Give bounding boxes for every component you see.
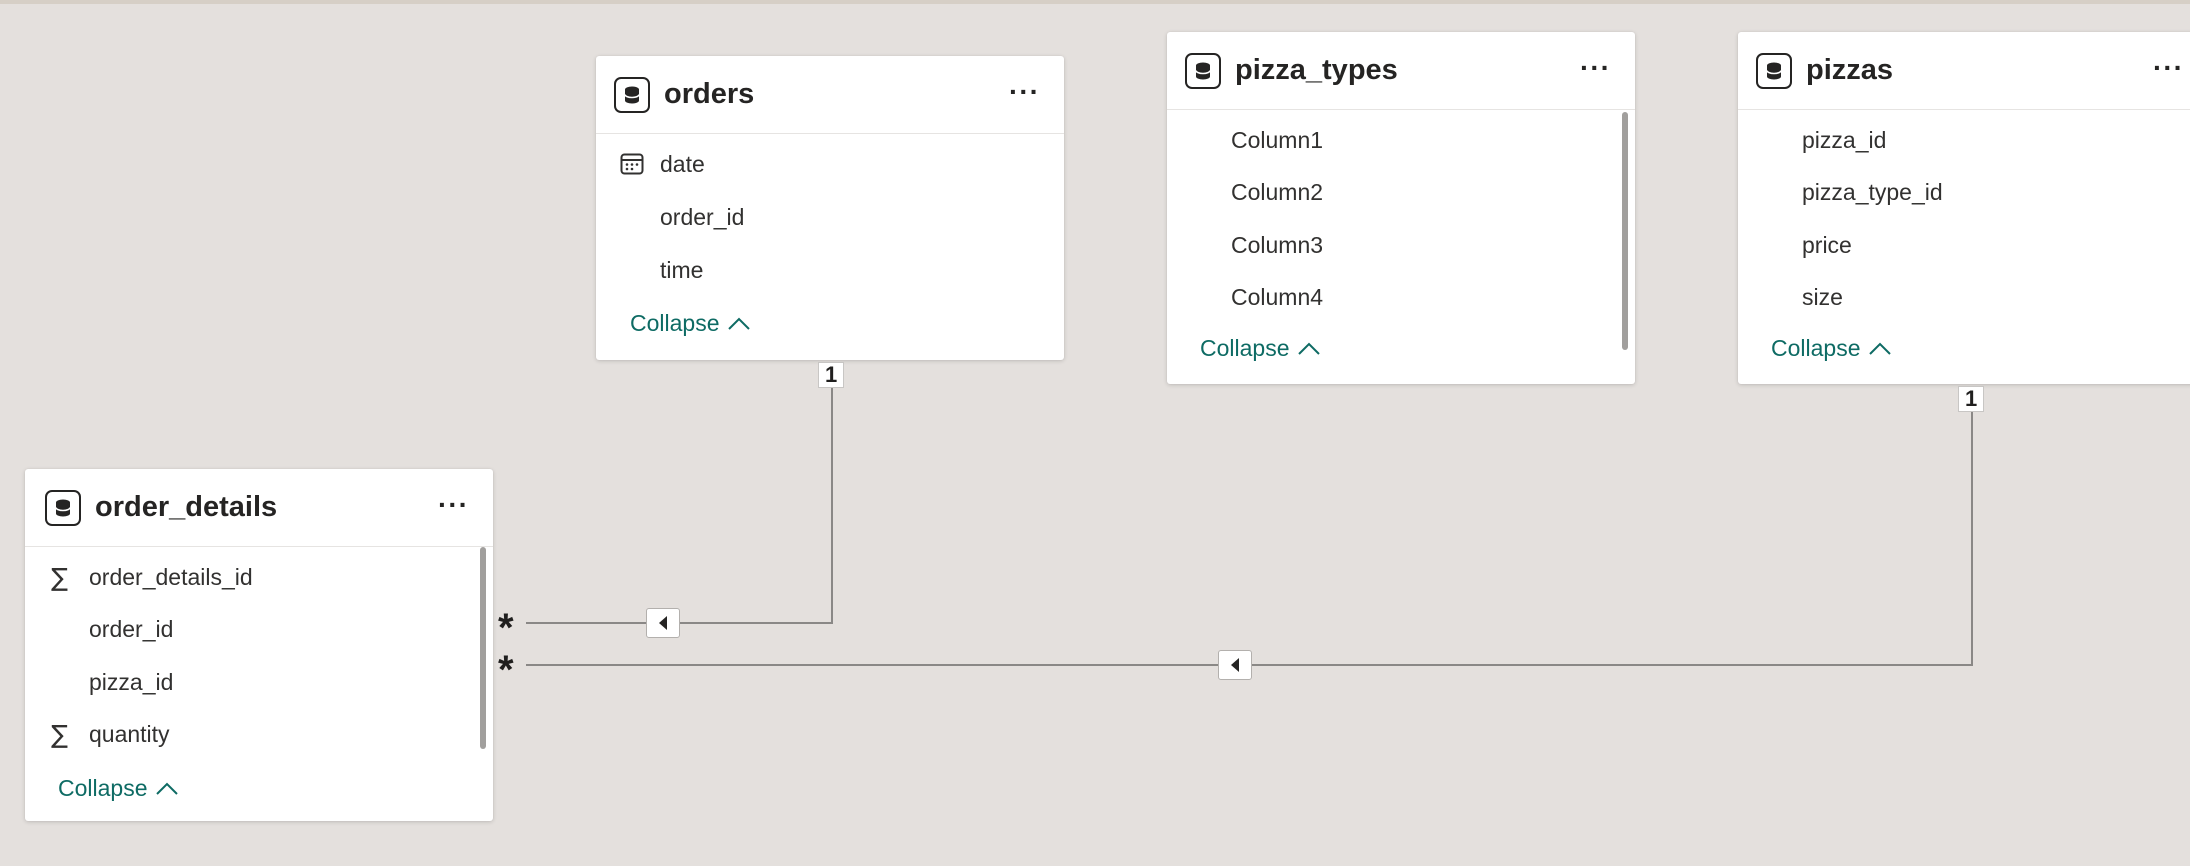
field-label: Column3 [1231, 231, 1324, 258]
chevron-up-icon [155, 782, 178, 795]
table-icon [45, 489, 81, 526]
field-quantity[interactable]: ∑ quantity [25, 710, 493, 758]
field-label: price [1802, 231, 1852, 258]
field-label: time [660, 256, 704, 283]
collapse-button[interactable]: Collapse [1200, 335, 1320, 362]
table-card-header[interactable]: pizzas ··· [1738, 32, 2190, 110]
collapse-label: Collapse [58, 775, 148, 801]
scrollbar[interactable] [480, 547, 486, 749]
field-label: size [1802, 283, 1843, 310]
table-icon [1185, 52, 1221, 89]
table-card-order-details[interactable]: order_details ··· ∑ order_details_id ord… [25, 469, 493, 821]
more-options-icon[interactable]: ··· [2153, 54, 2184, 82]
field-label: order_id [660, 203, 745, 230]
table-card-pizzas[interactable]: pizzas ··· pizza_id pizza_type_id price … [1738, 32, 2190, 384]
table-card-header[interactable]: orders ··· [596, 56, 1064, 134]
field-column2[interactable]: Column2 [1167, 168, 1635, 216]
field-label: Column1 [1231, 126, 1324, 153]
field-label: pizza_type_id [1802, 178, 1943, 205]
field-pizza-id[interactable]: pizza_id [1738, 116, 2190, 164]
cardinality-many-pizzas: * [498, 648, 514, 692]
collapse-label: Collapse [1200, 335, 1290, 361]
chevron-up-icon [1868, 342, 1891, 355]
sigma-icon: ∑ [51, 563, 68, 592]
caret-left-icon [659, 616, 667, 630]
more-options-icon[interactable]: ··· [1580, 54, 1611, 82]
field-label: pizza_id [1802, 126, 1887, 153]
field-order-details-id[interactable]: ∑ order_details_id [25, 553, 493, 601]
field-label: order_details_id [89, 563, 253, 590]
collapse-button[interactable]: Collapse [1771, 335, 1891, 362]
chevron-up-icon [1297, 342, 1320, 355]
relationship-line-pizzas-order-details [526, 396, 1973, 666]
relationship-line-orders-order-details [526, 372, 833, 624]
cardinality-one-orders: 1 [818, 362, 845, 388]
table-card-header[interactable]: pizza_types ··· [1167, 32, 1635, 110]
filter-direction-orders[interactable] [646, 608, 680, 638]
field-label: pizza_id [89, 668, 174, 695]
cardinality-one-pizzas: 1 [1958, 386, 1985, 412]
collapse-button[interactable]: Collapse [58, 775, 178, 802]
table-icon [614, 76, 650, 113]
collapse-label: Collapse [630, 310, 720, 336]
table-icon [1756, 52, 1792, 89]
field-order-id[interactable]: order_id [25, 605, 493, 653]
table-title: pizzas [1806, 54, 1894, 86]
collapse-button[interactable]: Collapse [630, 310, 750, 337]
field-pizza-id[interactable]: pizza_id [25, 658, 493, 706]
scrollbar[interactable] [1622, 112, 1628, 350]
field-size[interactable]: size [1738, 273, 2190, 321]
table-title: orders [664, 78, 755, 110]
table-card-header[interactable]: order_details ··· [25, 469, 493, 547]
table-title: order_details [95, 491, 278, 523]
more-options-icon[interactable]: ··· [1009, 78, 1040, 106]
caret-left-icon [1231, 658, 1239, 672]
more-options-icon[interactable]: ··· [438, 491, 469, 519]
field-order-id[interactable]: order_id [596, 193, 1064, 241]
table-title: pizza_types [1235, 54, 1398, 86]
field-label: Column4 [1231, 283, 1324, 310]
field-date[interactable]: date [596, 140, 1064, 188]
field-time[interactable]: time [596, 246, 1064, 294]
cardinality-many-orders: * [498, 606, 514, 650]
model-view-canvas[interactable]: orders ··· date order_id time Collapse p… [0, 0, 2190, 866]
field-pizza-type-id[interactable]: pizza_type_id [1738, 168, 2190, 216]
collapse-label: Collapse [1771, 335, 1861, 361]
field-column4[interactable]: Column4 [1167, 273, 1635, 321]
field-price[interactable]: price [1738, 221, 2190, 269]
field-label: Column2 [1231, 178, 1324, 205]
filter-direction-pizzas[interactable] [1218, 650, 1252, 680]
chevron-up-icon [727, 317, 750, 330]
field-label: date [660, 150, 705, 177]
field-column3[interactable]: Column3 [1167, 221, 1635, 269]
sigma-icon: ∑ [51, 720, 68, 749]
field-column1[interactable]: Column1 [1167, 116, 1635, 164]
field-label: quantity [89, 720, 170, 747]
calendar-icon [620, 153, 646, 177]
table-card-orders[interactable]: orders ··· date order_id time Collapse [596, 56, 1064, 360]
table-card-pizza-types[interactable]: pizza_types ··· Column1 Column2 Column3 … [1167, 32, 1635, 384]
field-label: order_id [89, 615, 174, 642]
